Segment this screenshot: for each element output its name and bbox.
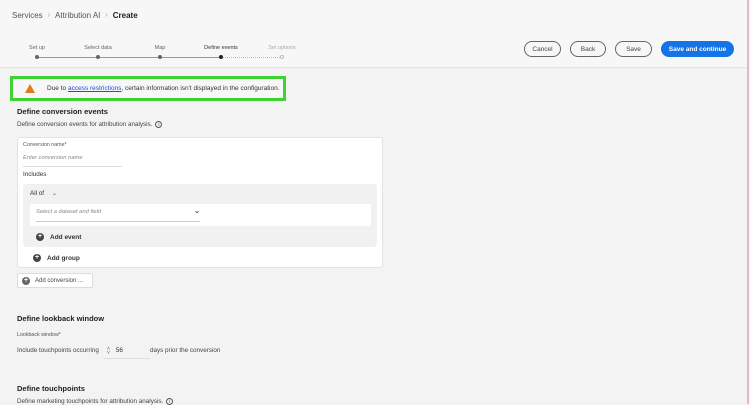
conversion-events-heading: Define conversion events (17, 107, 108, 116)
select-placeholder: Select a dataset and field (36, 209, 102, 215)
lookback-heading: Define lookback window (17, 314, 105, 323)
lookback-label: Lookback window* (17, 332, 61, 338)
lookback-days-stepper[interactable]: ˄ ˅ 56 (104, 343, 150, 359)
touchpoints-heading: Define touchpoints (17, 384, 85, 393)
save-button[interactable]: Save (615, 41, 652, 57)
window-edge (747, 0, 749, 404)
save-and-continue-button[interactable]: Save and continue (661, 41, 734, 57)
add-event-label: Add event (50, 233, 82, 241)
chevron-down-icon: ⌄ (52, 191, 58, 197)
add-circle-icon: + (36, 233, 44, 241)
step-dot-current (219, 55, 223, 59)
step-dot (35, 55, 39, 59)
step-map: Map (154, 45, 166, 51)
add-event-button[interactable]: + Add event (36, 233, 81, 241)
all-of-dropdown[interactable]: All of ⌄ (30, 190, 57, 197)
add-conversion-button[interactable]: + Add conversion ... (17, 273, 93, 288)
stepper-track-pending (221, 57, 282, 58)
warning-icon (25, 84, 35, 93)
add-conversion-label: Add conversion ... (35, 277, 84, 284)
alert-text: Due to (47, 85, 68, 92)
cancel-button[interactable]: Cancel (524, 41, 561, 57)
add-circle-icon: + (33, 254, 41, 262)
lookback-prefix: Include touchpoints occurring (17, 347, 99, 354)
step-define-events: Define events (204, 45, 238, 51)
step-set-options: Set options (268, 45, 296, 51)
alert-text: , certain information isn't displayed in… (121, 85, 280, 92)
step-select-data: Select data (84, 45, 112, 51)
add-group-button[interactable]: + Add group (33, 254, 80, 262)
info-icon[interactable]: i (155, 121, 163, 128)
includes-label: Includes (23, 171, 47, 178)
conversion-name-label: Conversion name* (23, 142, 67, 148)
breadcrumb-attribution-ai[interactable]: Attribution AI (55, 11, 100, 20)
conversion-name-input[interactable]: Enter conversion name (23, 155, 122, 167)
breadcrumb-services[interactable]: Services (12, 11, 43, 20)
step-set-up: Set up (29, 45, 45, 51)
conversion-events-subtitle: Define conversion events for attribution… (17, 121, 163, 128)
dataset-field-select[interactable]: Select a dataset and field ⌄ (36, 208, 200, 222)
access-restrictions-link[interactable]: access restrictions (68, 85, 121, 92)
step-dot (96, 55, 100, 59)
stepper-track (37, 57, 221, 58)
access-restriction-alert: Due to access restrictions, certain info… (10, 76, 286, 101)
chevron-right-icon: › (105, 12, 108, 19)
add-circle-icon: + (22, 276, 30, 285)
back-button[interactable]: Back (570, 41, 606, 57)
step-dot-pending (280, 55, 284, 59)
lookback-days-value: 56 (115, 347, 123, 354)
breadcrumb-create: Create (112, 11, 138, 20)
add-group-label: Add group (47, 254, 80, 262)
subtitle-text: Define conversion events for attribution… (17, 121, 153, 128)
step-dot (158, 55, 162, 59)
breadcrumb: Services › Attribution AI › Create (12, 11, 138, 20)
chevron-down-icon: ⌄ (194, 208, 200, 215)
chevron-right-icon: › (47, 12, 51, 19)
all-of-label: All of (30, 190, 44, 197)
stepper-arrows-icon[interactable]: ˄ ˅ (104, 346, 110, 355)
lookback-suffix: days prior the conversion (150, 347, 221, 354)
